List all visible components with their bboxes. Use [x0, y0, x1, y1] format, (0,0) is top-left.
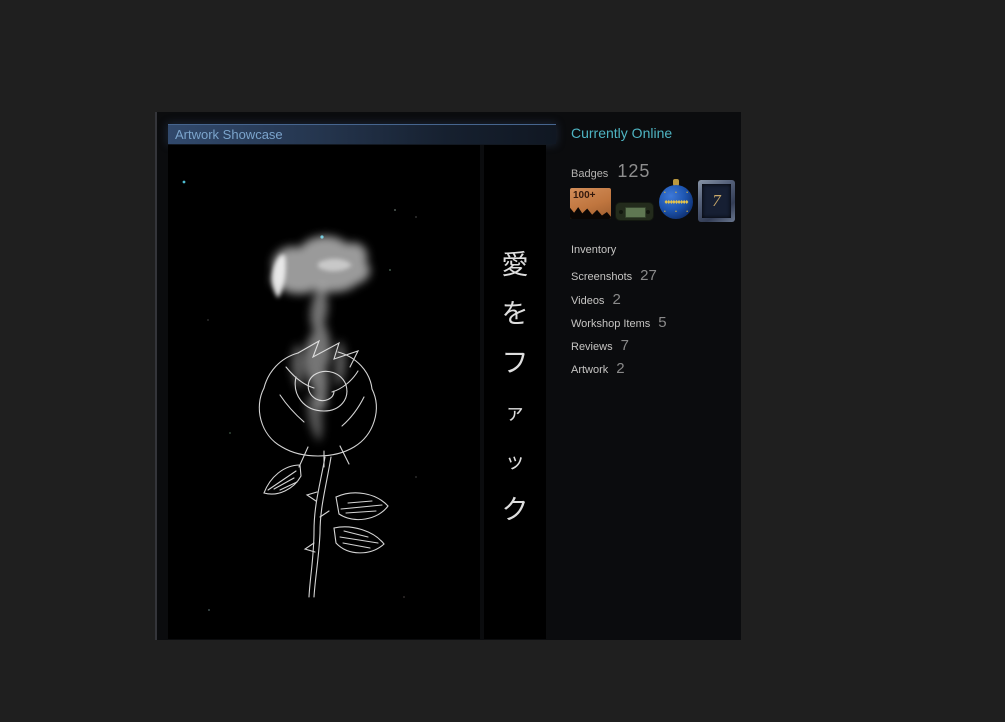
stat-row-reviews[interactable]: Reviews 7 — [571, 337, 731, 360]
stat-row-screenshots[interactable]: Screenshots 27 — [571, 267, 731, 290]
artwork-item-second[interactable]: 愛 を フ ァ ッ ク — [484, 145, 546, 639]
kana-char: フ — [501, 348, 529, 378]
badge-silhouette-shape — [570, 207, 611, 219]
console-button-right — [646, 210, 650, 214]
artwork-item-main[interactable] — [168, 145, 480, 639]
stat-label: Reviews — [571, 341, 613, 354]
stat-label: Artwork — [571, 364, 609, 377]
console-button-left — [619, 210, 623, 214]
stat-label: Screenshots — [571, 271, 633, 284]
profile-stats-list: Inventory Screenshots 27 Videos 2 Worksh… — [571, 244, 731, 384]
games-owned-badge-label: 100+ — [573, 190, 596, 201]
games-owned-badge-icon[interactable]: 100+ — [570, 188, 611, 219]
stat-row-videos[interactable]: Videos 2 — [571, 291, 731, 314]
level-badge-frame: 7 — [702, 184, 731, 218]
ornament-band: ♦♦♦♦♦♦♦♦♦ — [664, 199, 688, 206]
stat-value: 2 — [616, 360, 625, 378]
level-badge-number: 7 — [712, 191, 721, 210]
kana-char: 愛 — [501, 250, 529, 280]
badge-icons-row: 100+ • • • ♦♦♦♦♦♦♦♦♦ • • • 7 — [570, 179, 735, 222]
stat-label: Workshop Items — [571, 317, 651, 330]
profile-panel: Artwork Showcase 愛 を フ ァ ッ ク Currently O… — [155, 112, 741, 640]
stat-row-inventory[interactable]: Inventory — [571, 244, 731, 267]
stat-label: Videos — [571, 294, 605, 307]
level-badge-icon[interactable]: 7 — [698, 180, 735, 222]
stat-row-workshop-items[interactable]: Workshop Items 5 — [571, 314, 731, 337]
stat-row-artwork[interactable]: Artwork 2 — [571, 360, 731, 383]
showcase-title: Artwork Showcase — [168, 124, 556, 144]
kana-char: ッ — [505, 450, 525, 473]
stat-value: 2 — [612, 290, 621, 308]
kana-char: ァ — [505, 401, 525, 424]
winter-ornament-badge-icon[interactable]: • • • ♦♦♦♦♦♦♦♦♦ • • • — [658, 179, 694, 222]
stat-value: 7 — [620, 337, 629, 355]
kana-char: を — [501, 299, 529, 329]
console-screen — [625, 207, 646, 218]
artwork-showcase: Artwork Showcase 愛 を フ ァ ッ ク — [168, 124, 556, 639]
ornament-dots-top: • • • — [663, 190, 693, 196]
kana-char: ク — [501, 495, 529, 525]
showcase-body: 愛 を フ ァ ッ ク — [168, 145, 556, 639]
ornament-dots-bottom: • • • — [663, 209, 693, 215]
stat-value: 27 — [640, 267, 657, 285]
stat-label: Inventory — [571, 244, 617, 256]
stat-value: 5 — [658, 313, 667, 331]
burning-rose-artwork — [168, 145, 480, 639]
handheld-console-badge-icon[interactable] — [615, 202, 654, 221]
online-status: Currently Online — [571, 125, 673, 141]
